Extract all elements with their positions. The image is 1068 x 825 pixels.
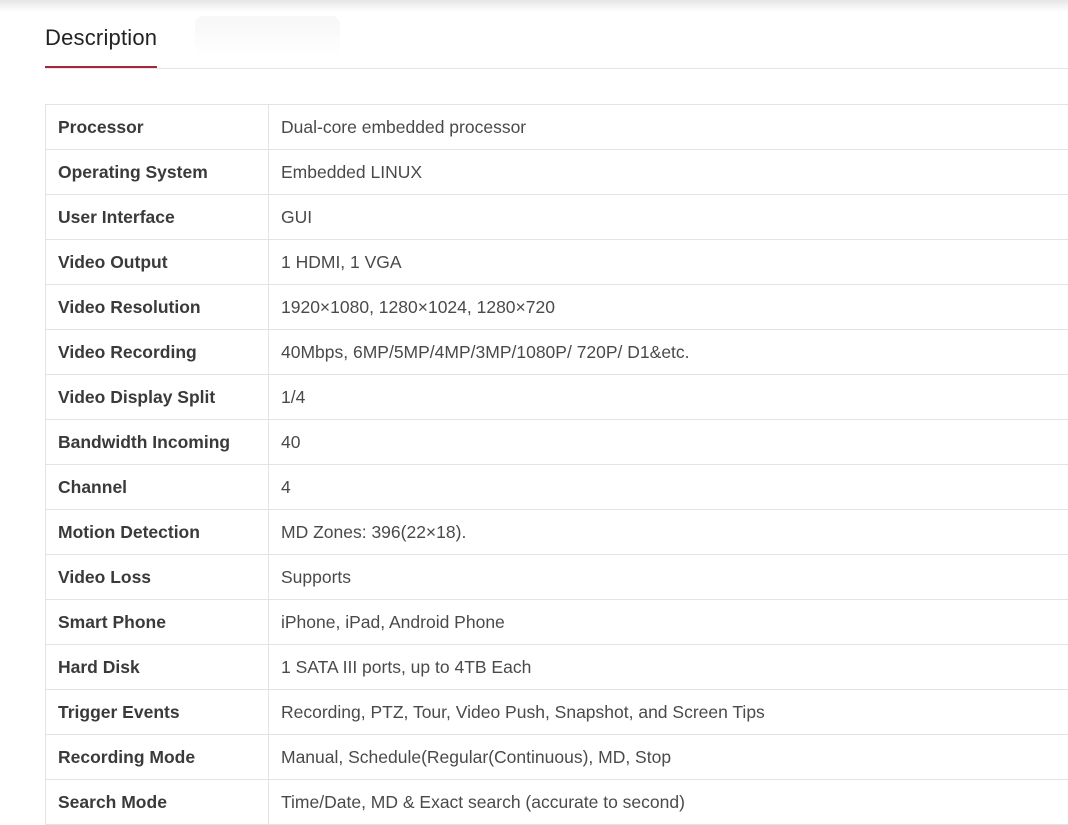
spec-value: GUI [268, 194, 1068, 240]
spec-label: Operating System [45, 149, 269, 195]
tab-bar: Description [45, 0, 1068, 69]
spec-label: Motion Detection [45, 509, 269, 555]
spec-value: iPhone, iPad, Android Phone [268, 599, 1068, 645]
spec-label: Search Mode [45, 779, 269, 825]
spec-label: Processor [45, 104, 269, 150]
spec-label: Channel [45, 464, 269, 510]
table-row: Processor Dual-core embedded processor [45, 104, 1068, 150]
table-row: Motion Detection MD Zones: 396(22×18). [45, 509, 1068, 555]
table-row: Channel 4 [45, 464, 1068, 510]
table-row: Video Loss Supports [45, 554, 1068, 600]
spec-label: Hard Disk [45, 644, 269, 690]
spec-value: Embedded LINUX [268, 149, 1068, 195]
spec-label: Video Loss [45, 554, 269, 600]
table-row: Recording Mode Manual, Schedule(Regular(… [45, 734, 1068, 780]
spec-label: Video Output [45, 239, 269, 285]
table-row: Bandwidth Incoming 40 [45, 419, 1068, 465]
spec-label: Bandwidth Incoming [45, 419, 269, 465]
spec-value: 1 SATA III ports, up to 4TB Each [268, 644, 1068, 690]
spec-value: 4 [268, 464, 1068, 510]
spec-label: Recording Mode [45, 734, 269, 780]
tab-description[interactable]: Description [45, 24, 158, 68]
table-row: Video Resolution 1920×1080, 1280×1024, 1… [45, 284, 1068, 330]
spec-value: 1920×1080, 1280×1024, 1280×720 [268, 284, 1068, 330]
spec-value: Supports [268, 554, 1068, 600]
spec-label: User Interface [45, 194, 269, 240]
table-row: Video Display Split 1/4 [45, 374, 1068, 420]
spec-label: Video Display Split [45, 374, 269, 420]
spec-table: Processor Dual-core embedded processor O… [45, 104, 1068, 825]
spec-label: Smart Phone [45, 599, 269, 645]
tab-inactive-placeholder[interactable] [195, 16, 340, 56]
spec-value: Recording, PTZ, Tour, Video Push, Snapsh… [268, 689, 1068, 735]
spec-value: 1/4 [268, 374, 1068, 420]
spec-label: Video Resolution [45, 284, 269, 330]
spec-label: Trigger Events [45, 689, 269, 735]
table-row: Trigger Events Recording, PTZ, Tour, Vid… [45, 689, 1068, 735]
spec-value: 40Mbps, 6MP/5MP/4MP/3MP/1080P/ 720P/ D1&… [268, 329, 1068, 375]
table-row: Video Output 1 HDMI, 1 VGA [45, 239, 1068, 285]
table-row: Operating System Embedded LINUX [45, 149, 1068, 195]
spec-value: Dual-core embedded processor [268, 104, 1068, 150]
spec-value: Time/Date, MD & Exact search (accurate t… [268, 779, 1068, 825]
spec-value: Manual, Schedule(Regular(Continuous), MD… [268, 734, 1068, 780]
table-row: User Interface GUI [45, 194, 1068, 240]
table-row: Video Recording 40Mbps, 6MP/5MP/4MP/3MP/… [45, 329, 1068, 375]
table-row: Smart Phone iPhone, iPad, Android Phone [45, 599, 1068, 645]
spec-value: MD Zones: 396(22×18). [268, 509, 1068, 555]
spec-value: 1 HDMI, 1 VGA [268, 239, 1068, 285]
tab-description-label: Description [45, 25, 158, 50]
table-row: Search Mode Time/Date, MD & Exact search… [45, 779, 1068, 825]
table-row: Hard Disk 1 SATA III ports, up to 4TB Ea… [45, 644, 1068, 690]
spec-value: 40 [268, 419, 1068, 465]
spec-label: Video Recording [45, 329, 269, 375]
